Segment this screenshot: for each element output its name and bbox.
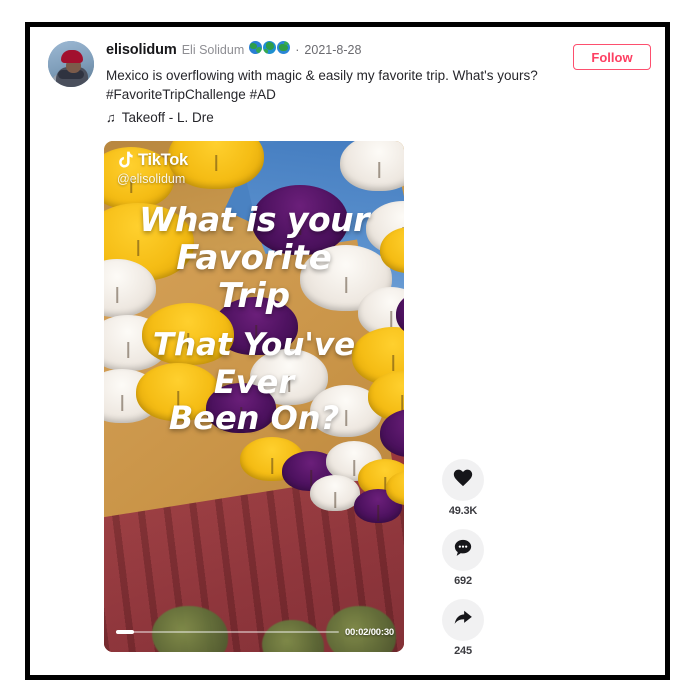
comment-count: 692: [454, 575, 472, 587]
author-username[interactable]: elisolidum: [106, 43, 177, 58]
comment-button[interactable]: [442, 529, 484, 571]
post-description: Mexico is overflowing with magic & easil…: [106, 67, 541, 104]
like-action: 49.3K: [428, 459, 498, 517]
like-count: 49.3K: [448, 505, 478, 517]
author-row: elisolidum Eli Solidum · 2021-8-28: [106, 35, 541, 61]
post-card: elisolidum Eli Solidum · 2021-8-28 Mexic…: [30, 27, 665, 675]
share-count: 245: [454, 645, 472, 657]
post-card-frame: elisolidum Eli Solidum · 2021-8-28 Mexic…: [25, 22, 670, 680]
video-player[interactable]: TikTok @elisolidum What is your Favorite…: [104, 141, 404, 652]
music-row[interactable]: ♫ Takeoff - L. Dre: [106, 110, 541, 125]
umbrella: [142, 303, 234, 365]
comment-icon: [453, 538, 473, 563]
earth-globe-emoji: [249, 41, 263, 54]
emoji-group: [249, 41, 291, 54]
umbrella: [310, 475, 360, 511]
description-line-1: Mexico is overflowing with magic & easil…: [106, 68, 538, 83]
screenshot-root: elisolidum Eli Solidum · 2021-8-28 Mexic…: [0, 0, 700, 700]
follow-button[interactable]: Follow: [573, 44, 651, 70]
heart-icon: [453, 468, 473, 492]
tiktok-note-icon: [116, 151, 133, 170]
description-hashtags[interactable]: #FavoriteTripChallenge #AD: [106, 86, 541, 105]
author-display-name: Eli Solidum: [181, 43, 245, 57]
earth-globe-emoji: [263, 41, 277, 54]
like-button[interactable]: [442, 459, 484, 501]
share-icon: [453, 609, 473, 632]
umbrella: [252, 185, 348, 255]
video-progress-track[interactable]: [116, 630, 339, 634]
share-action: 245: [428, 599, 498, 657]
tiktok-watermark: TikTok: [116, 151, 188, 170]
tiktok-brand-label: TikTok: [138, 151, 188, 169]
comment-action: 692: [428, 529, 498, 587]
video-time-label: 00:02/00:30: [344, 626, 394, 638]
avatar[interactable]: [48, 41, 94, 87]
post-header: elisolidum Eli Solidum · 2021-8-28 Mexic…: [48, 35, 651, 145]
umbrella: [340, 141, 404, 191]
post-meta: elisolidum Eli Solidum · 2021-8-28 Mexic…: [106, 35, 541, 125]
share-button[interactable]: [442, 599, 484, 641]
post-separator: ·: [295, 43, 300, 57]
video-progress-row[interactable]: 00:02/00:30: [116, 625, 394, 639]
engagement-actions: 49.3K 692 245: [428, 459, 498, 669]
music-note-icon: ♫: [106, 110, 116, 125]
video-author-handle: @elisolidum: [117, 172, 186, 186]
post-date: 2021-8-28: [304, 43, 362, 57]
video-progress-fill: [116, 630, 134, 634]
earth-globe-emoji: [277, 41, 291, 54]
umbrella: [206, 383, 276, 433]
avatar-beanie: [61, 50, 83, 63]
music-title: Takeoff - L. Dre: [121, 110, 214, 125]
